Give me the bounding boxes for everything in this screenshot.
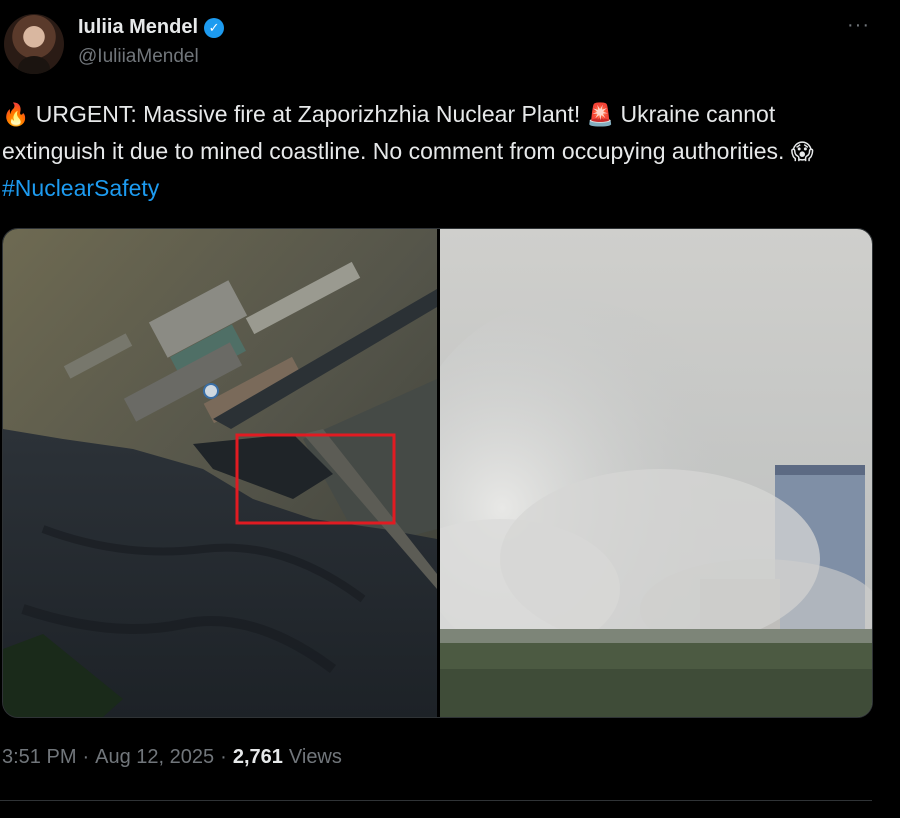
more-options-icon[interactable]: ··· (847, 14, 870, 37)
media-gallery (2, 228, 873, 718)
smoke-fire-near-plant[interactable] (440, 229, 872, 717)
tweet-footer: 3:51 PM · Aug 12, 2025 · 2,761 Views (2, 746, 342, 769)
views-count: 2,761 (232, 746, 283, 768)
hashtag-link[interactable]: #NuclearSafety (2, 175, 159, 201)
smoke-photo (440, 229, 872, 717)
separator: · (82, 746, 90, 768)
tweet-time[interactable]: 3:51 PM (2, 746, 76, 769)
divider (0, 800, 872, 801)
separator: · (220, 746, 227, 768)
display-name[interactable]: Iuliia Mendel (78, 16, 198, 39)
avatar[interactable] (4, 14, 64, 74)
satellite-view-of-nuclear-plant[interactable] (3, 229, 437, 717)
verified-badge-icon[interactable]: ✓ (204, 17, 225, 38)
tweet-date[interactable]: Aug 12, 2025 (95, 746, 214, 769)
scream-emoji: 😱 (790, 139, 814, 164)
fire-emoji: 🔥 (2, 102, 30, 127)
views-label: Views (288, 746, 342, 768)
satellite-image (3, 229, 437, 717)
siren-emoji: 🚨 (586, 102, 615, 127)
tweet: Iuliia Mendel ✓ @IuliiaMendel ··· 🔥 URGE… (0, 0, 900, 818)
user-handle[interactable]: @IuliiaMendel (78, 46, 199, 68)
name-row: Iuliia Mendel ✓ (78, 16, 225, 39)
tweet-text: 🔥 URGENT: Massive fire at Zaporizhzhia N… (2, 96, 862, 206)
tweet-text-part1: URGENT: Massive fire at Zaporizhzhia Nuc… (29, 101, 587, 127)
tweet-header: Iuliia Mendel ✓ @IuliiaMendel ··· (0, 8, 900, 76)
